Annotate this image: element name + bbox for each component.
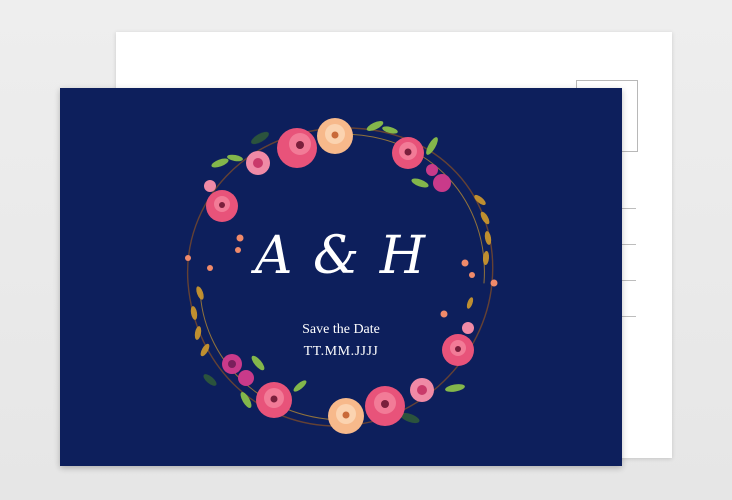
save-the-date-text: Save the Date (302, 322, 380, 337)
date-placeholder-text: TT.MM.JJJJ (303, 344, 379, 359)
couple-monogram: A & H (254, 226, 428, 286)
product-preview-stage: A & H Save the Date TT.MM.JJJJ (0, 0, 732, 500)
postcard-front: A & H Save the Date TT.MM.JJJJ (60, 88, 622, 466)
